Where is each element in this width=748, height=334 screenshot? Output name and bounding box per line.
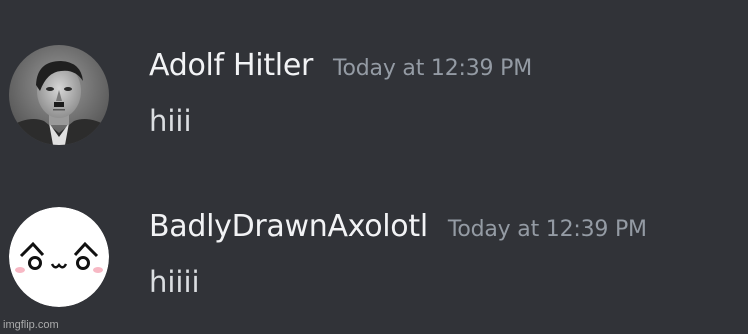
timestamp[interactable]: Today at 12:39 PM xyxy=(448,217,647,242)
photo-avatar-icon xyxy=(9,45,109,145)
user-avatar[interactable] xyxy=(9,207,109,307)
timestamp[interactable]: Today at 12:39 PM xyxy=(333,56,532,81)
chat-messages: Adolf Hitler Today at 12:39 PM hiii Badl… xyxy=(0,0,748,334)
message-header: Adolf Hitler Today at 12:39 PM xyxy=(149,48,532,83)
message-content: hiii xyxy=(149,104,192,138)
message-header: BadlyDrawnAxolotl Today at 12:39 PM xyxy=(149,209,647,244)
username[interactable]: BadlyDrawnAxolotl xyxy=(149,209,428,244)
user-avatar[interactable] xyxy=(9,45,109,145)
message-item: BadlyDrawnAxolotl Today at 12:39 PM hiii… xyxy=(0,193,748,323)
message-content: hiiii xyxy=(149,265,200,299)
kawaii-face-avatar-icon xyxy=(9,207,109,307)
watermark: imgflip.com xyxy=(3,319,59,331)
message-item: Adolf Hitler Today at 12:39 PM hiii xyxy=(0,30,748,160)
username[interactable]: Adolf Hitler xyxy=(149,48,313,83)
